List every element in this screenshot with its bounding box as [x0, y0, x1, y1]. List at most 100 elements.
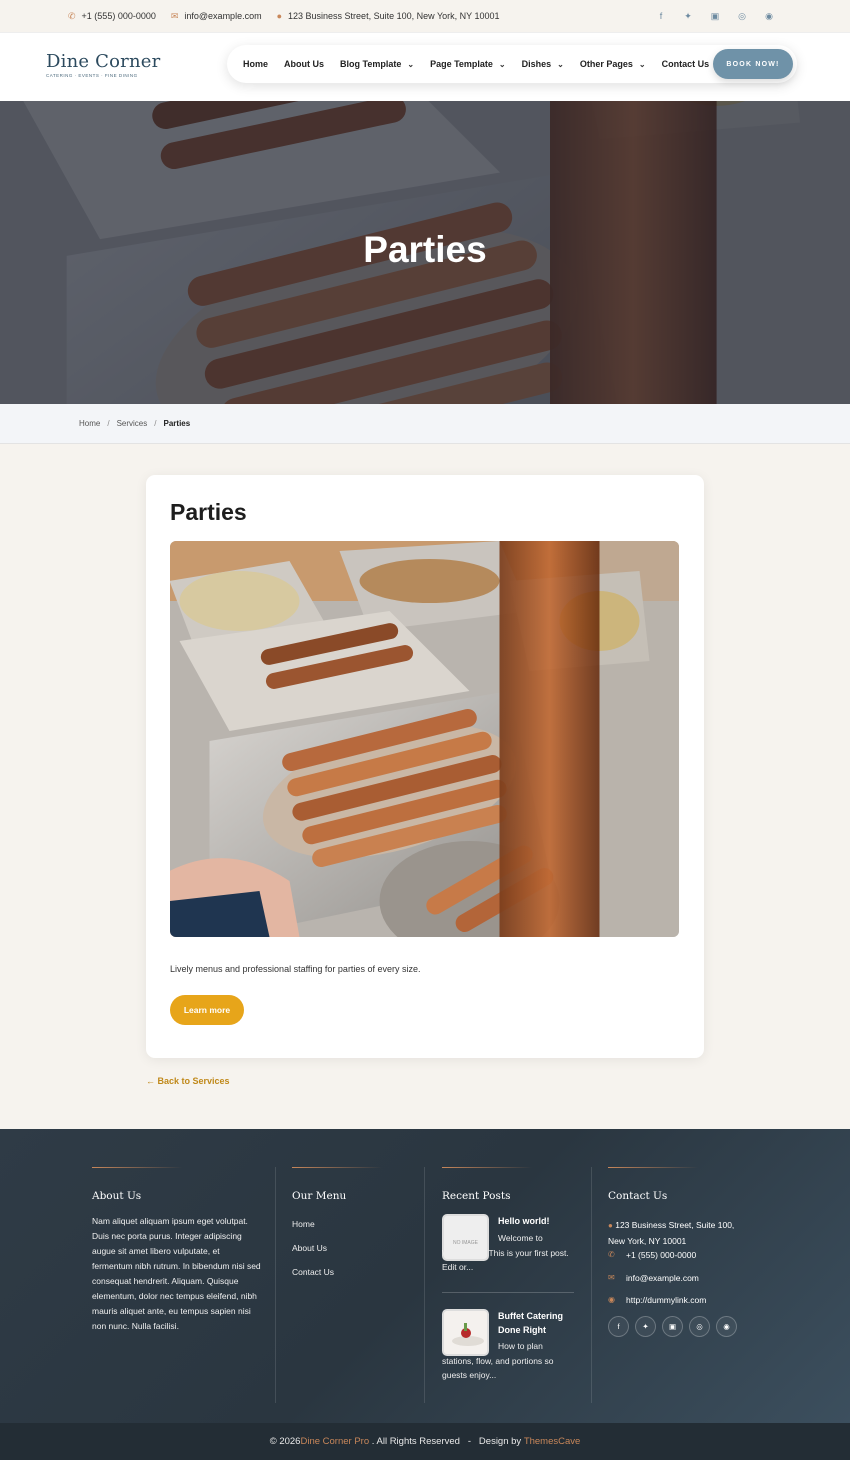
footer-contact-address: ● 123 Business Street, Suite 100, New Yo…: [608, 1218, 748, 1248]
top-bar: ✆ +1 (555) 000-0000 ✉ info@example.com ●…: [0, 0, 850, 32]
footer-menu-contact[interactable]: Contact Us: [292, 1267, 412, 1277]
nav-dishes[interactable]: Dishes ⌄: [522, 59, 564, 69]
mail-icon: ✉: [170, 10, 179, 21]
copyright-brand-link[interactable]: Dine Corner Pro: [300, 1436, 369, 1447]
post-separator: [442, 1292, 574, 1293]
footer-contact-phone[interactable]: ✆ +1 (555) 000-0000: [608, 1248, 748, 1263]
nav-contact-us[interactable]: Contact Us: [662, 59, 710, 69]
site-logo[interactable]: Dine Corner CATERING · EVENTS · FINE DIN…: [46, 51, 160, 78]
footer-menu-title: Our Menu: [292, 1190, 347, 1202]
logo-tagline: CATERING · EVENTS · FINE DINING: [46, 73, 138, 78]
service-title: Parties: [170, 499, 247, 525]
post-title-text: Buffet Catering Done Right: [498, 1311, 563, 1335]
twitter-icon[interactable]: ✦: [635, 1315, 656, 1337]
footer-contact-website[interactable]: ◉ http://dummylink.com: [608, 1293, 748, 1308]
topbar-phone-text: +1 (555) 000-0000: [81, 11, 156, 21]
nav-page-template[interactable]: Page Template ⌄: [430, 59, 506, 69]
post-excerpt: Welcome to WordPress. This is your first…: [442, 1231, 576, 1275]
main-nav: Home About Us Blog Template ⌄ Page Templa…: [227, 45, 797, 83]
back-to-services-link[interactable]: ← Back to Services: [146, 1076, 230, 1086]
globe-icon: ◉: [608, 1295, 615, 1304]
linkedin-icon[interactable]: ▣: [662, 1315, 683, 1337]
footer-recent-title: Recent Posts: [442, 1190, 511, 1202]
post-excerpt-text: Welcome to WordPress. This is your first…: [442, 1233, 569, 1272]
breadcrumb: Home / Services / Parties: [0, 404, 850, 444]
breadcrumb-separator: /: [107, 419, 110, 428]
breadcrumb-separator: /: [154, 419, 157, 428]
footer-divider-line: [442, 1167, 532, 1168]
location-pin-icon: ●: [608, 1221, 613, 1230]
footer-about-text: Nam aliquet aliquam ipsum eget volutpat.…: [92, 1216, 261, 1331]
footer-contact-title: Contact Us: [608, 1190, 668, 1202]
phone-icon: ✆: [68, 10, 76, 21]
copyright-prefix: © 2026: [269, 1436, 301, 1447]
footer-divider-line: [292, 1167, 382, 1168]
service-photo: [170, 541, 679, 937]
pinterest-icon[interactable]: ◎: [689, 1315, 710, 1337]
topbar-email-text: info@example.com: [184, 11, 262, 21]
service-card: Parties Lively menus and professional st…: [146, 475, 704, 1058]
google-plus-icon[interactable]: ◉: [716, 1315, 737, 1337]
book-now-button[interactable]: BOOK NOW!: [713, 49, 793, 79]
nav-home[interactable]: Home: [243, 59, 268, 69]
chevron-down-icon: ⌄: [498, 59, 506, 69]
copyright-bar: © 2026 Dine Corner Pro . All Rights Rese…: [0, 1423, 850, 1460]
footer-contact-email[interactable]: ✉ info@example.com: [608, 1271, 748, 1286]
footer-about-title: About Us: [92, 1190, 142, 1202]
nav-label: Other Pages: [579, 59, 633, 69]
recent-post[interactable]: Buffet Catering Done Right How to plan s…: [442, 1309, 574, 1387]
recent-post[interactable]: NO IMAGE Hello world! Welcome to WordPre…: [442, 1214, 574, 1292]
chevron-down-icon: ⌄: [407, 59, 415, 69]
twitter-icon[interactable]: ✦: [683, 11, 693, 22]
logo-name: Dine Corner: [46, 51, 161, 72]
footer-menu: Our Menu Home About Us Contact Us: [292, 1167, 412, 1291]
facebook-icon[interactable]: f: [608, 1315, 629, 1337]
chevron-down-icon: ⌄: [638, 59, 646, 69]
footer-social-links: f ✦ ▣ ◎ ◉: [608, 1315, 748, 1337]
nav-label: Dishes: [521, 59, 552, 69]
post-title[interactable]: Hello world!: [498, 1214, 578, 1228]
learn-more-button[interactable]: Learn more: [170, 995, 244, 1025]
footer-column-divider: [591, 1167, 592, 1403]
location-pin-icon: ●: [276, 11, 283, 21]
nav-other-pages[interactable]: Other Pages ⌄: [580, 59, 646, 69]
breadcrumb-services[interactable]: Services: [117, 419, 148, 428]
service-description: Lively menus and professional staffing f…: [170, 964, 421, 974]
topbar-social-links: f ✦ ▣ ◎ ◉: [656, 11, 782, 22]
site-footer: About Us Nam aliquet aliquam ipsum eget …: [0, 1129, 850, 1423]
nav-about-us[interactable]: About Us: [284, 59, 324, 69]
footer-address-text: 123 Business Street, Suite 100, New York…: [608, 1220, 735, 1246]
nav-label: Home: [243, 59, 269, 69]
copyright-middle: . All Rights Reserved - Design by: [369, 1436, 524, 1447]
linkedin-icon[interactable]: ▣: [710, 11, 720, 22]
footer-divider-line: [92, 1167, 182, 1168]
post-excerpt-text: How to plan stations, flow, and portions…: [442, 1341, 554, 1380]
breadcrumb-current: Parties: [163, 419, 191, 428]
phone-icon: ✆: [608, 1250, 615, 1259]
site-header: Dine Corner CATERING · EVENTS · FINE DIN…: [0, 32, 850, 101]
post-excerpt: How to plan stations, flow, and portions…: [442, 1339, 576, 1383]
facebook-icon[interactable]: f: [656, 11, 666, 22]
nav-label: Blog Template: [340, 59, 402, 69]
google-plus-icon[interactable]: ◉: [764, 11, 774, 22]
footer-menu-home[interactable]: Home: [292, 1219, 412, 1229]
breadcrumb-home[interactable]: Home: [79, 419, 100, 428]
footer-column-divider: [424, 1167, 425, 1403]
post-title[interactable]: Buffet Catering Done Right: [498, 1309, 578, 1337]
pinterest-icon[interactable]: ◎: [737, 11, 747, 22]
topbar-address: ● 123 Business Street, Suite 100, New Yo…: [277, 11, 500, 21]
footer-about: About Us Nam aliquet aliquam ipsum eget …: [92, 1167, 262, 1334]
footer-contact: Contact Us ● 123 Business Street, Suite …: [608, 1167, 748, 1337]
footer-recent-posts: Recent Posts NO IMAGE Hello world! Welco…: [442, 1167, 576, 1387]
footer-column-divider: [275, 1167, 276, 1403]
topbar-address-text: 123 Business Street, Suite 100, New York…: [288, 11, 500, 21]
footer-divider-line: [608, 1167, 698, 1168]
footer-phone-text: +1 (555) 000-0000: [626, 1250, 697, 1260]
hero-title: Parties: [363, 229, 487, 270]
topbar-email[interactable]: ✉ info@example.com: [171, 11, 262, 22]
footer-menu-about[interactable]: About Us: [292, 1243, 412, 1253]
nav-blog-template[interactable]: Blog Template ⌄: [340, 59, 414, 69]
designer-link[interactable]: ThemesCave: [524, 1436, 581, 1447]
nav-label: About Us: [284, 59, 325, 69]
topbar-phone[interactable]: ✆ +1 (555) 000-0000: [68, 11, 156, 22]
